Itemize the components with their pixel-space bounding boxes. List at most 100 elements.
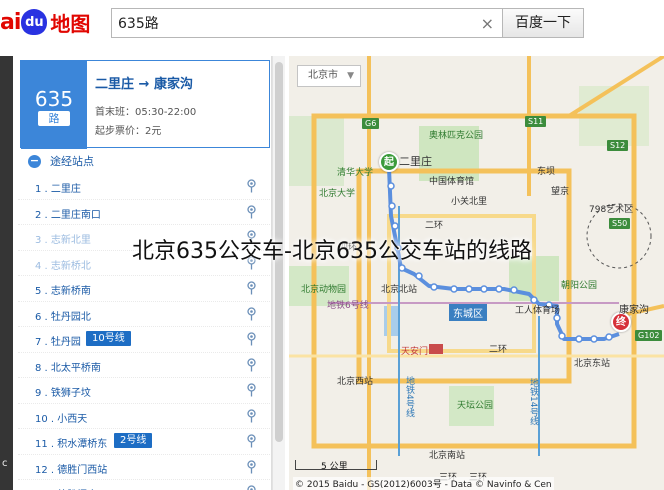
stop-item[interactable]: 12 . 德胜门西站 [18,455,270,480]
location-pin-icon[interactable] [247,281,256,295]
stop-name[interactable]: 4 . 志新桥北 [35,257,91,272]
route-lu-badge: 路 [38,111,70,126]
map-label-dongba: 东坝 [537,167,556,177]
location-pin-icon[interactable] [247,408,256,423]
stop-item[interactable]: 2 . 二里庄南口 [18,200,270,225]
map-label-wangjing: 望京 [551,187,570,197]
location-pin-icon[interactable] [247,230,256,244]
map-label-line6: 地铁6号线 [327,301,369,311]
strip-letter: c [2,458,8,469]
map-label-dongcheng: 东城区 [449,304,487,321]
stop-name[interactable]: 7 . 牡丹园 [35,333,81,348]
map-scale-label: 5 公里 [321,462,348,472]
map-label-beijing-west: 北京西站 [337,377,374,387]
map-label-sports-center: 中国体育馆 [429,177,475,187]
stops-header[interactable]: − 途经站点 [28,152,94,170]
stop-item[interactable]: 1 . 二里庄 [18,174,270,200]
scrollbar-thumb[interactable] [275,62,283,442]
map-label-worker-stadium: 工人体育场 [515,306,561,316]
map-label-fourth-ring: 四环 [339,243,358,253]
map-label-second-ring-2: 二环 [489,345,508,355]
map-label-end: 康家沟 [619,305,649,316]
stop-name[interactable]: 1 . 二里庄 [35,180,81,195]
map-label-chaoyang-park: 朝阳公园 [561,281,598,291]
location-pin-icon[interactable] [247,383,256,397]
road-badge-s50: S50 [609,218,631,229]
map-label-beijing-north: 北京北站 [381,285,418,295]
map-label-tsinghua: 清华大学 [337,168,374,178]
stop-name[interactable]: 8 . 北太平桥南 [35,359,101,374]
route-direction: 二里庄 → 康家沟 [95,77,193,92]
route-number-box: 635 路 [21,61,87,149]
tiananmen-landmark-icon [429,344,443,354]
stop-item[interactable]: 11 . 积水潭桥东 2号线 [18,429,270,455]
map-label-xiaoguanbei: 小关北里 [451,197,488,207]
stop-name[interactable]: 9 . 铁狮子坟 [35,384,91,399]
stop-item[interactable]: 9 . 铁狮子坟 [18,378,270,404]
stop-name[interactable]: 10 . 小西天 [35,410,87,425]
stop-item[interactable]: 7 . 牡丹园 10号线 [18,327,270,353]
stop-item[interactable]: 4 . 志新桥北 [18,251,270,276]
stop-name[interactable]: 3 . 志新北里 [35,231,91,246]
city-select[interactable]: 北京市 ▼ [297,65,361,87]
stops-title: 途经站点 [50,155,94,168]
search-button[interactable]: 百度一下 [502,8,584,38]
location-pin-icon[interactable] [247,332,256,346]
location-pin-icon[interactable] [247,204,256,219]
lake-area [384,306,400,336]
stop-list: 1 . 二里庄 2 . 二里庄南口 3 . 志新北里 4 . 志新桥北 5 . 志新桥南… [18,174,270,490]
road-badge-s12: S12 [607,140,629,151]
map-label-tiananmen: 天安门 [401,347,429,357]
location-pin-icon[interactable] [247,179,256,193]
route-number: 635 [34,87,74,111]
subway-line-badge: 10号线 [86,331,131,346]
map-label-line14: 地铁14号线 [528,378,538,426]
map-canvas [289,56,664,490]
route-card[interactable]: 635 路 二里庄 → 康家沟 首末班：05:30-22:00 起步票价：2元 [20,60,270,149]
stop-name[interactable]: 6 . 牡丹园北 [35,308,91,323]
location-pin-icon[interactable] [247,485,256,490]
start-marker[interactable]: 起 [379,152,399,172]
map-label-beijing-south: 北京南站 [429,451,466,461]
stop-item[interactable]: 3 . 志新北里 [18,225,270,251]
map-label-second-ring: 二环 [425,221,444,231]
minus-icon[interactable]: − [28,154,41,168]
stop-name[interactable]: 11 . 积水潭桥东 [35,435,107,450]
panel-scrollbar[interactable] [272,56,285,490]
bus-route-line [387,167,620,341]
logo-map-text: 地图 [50,11,91,36]
map-label-olympic: 奥林匹克公园 [429,131,484,141]
route-stop-dots [387,182,613,343]
location-pin-icon[interactable] [247,459,256,474]
search-box: × [111,8,503,38]
stop-name[interactable]: 13 . 德胜门内 [35,486,97,490]
location-pin-icon[interactable] [247,306,256,321]
left-side-strip [0,56,13,490]
chevron-down-icon: ▼ [347,71,354,81]
map-label-tiantan: 天坛公园 [457,401,494,411]
stop-name[interactable]: 2 . 二里庄南口 [35,206,101,221]
map-view[interactable]: 北京市 ▼ 起 终 二里庄 康家沟 清华大学 北京大学 奥林匹克公园 中国体育馆… [289,56,664,490]
logo-text: ai [0,9,21,35]
location-pin-icon[interactable] [247,434,256,448]
stop-name[interactable]: 5 . 志新桥南 [35,282,91,297]
stop-item[interactable]: 5 . 志新桥南 [18,276,270,302]
map-label-beijing-east: 北京东站 [574,359,611,369]
stop-item[interactable]: 10 . 小西天 [18,404,270,429]
location-pin-icon[interactable] [247,255,256,270]
stop-item[interactable]: 6 . 牡丹园北 [18,302,270,327]
clear-icon[interactable]: × [481,14,494,33]
route-panel: 635 路 二里庄 → 康家沟 首末班：05:30-22:00 起步票价：2元 … [18,56,272,490]
road-badge-g6: G6 [362,118,380,129]
stop-name[interactable]: 12 . 德胜门西站 [35,461,107,476]
stop-item[interactable]: 13 . 德胜门内 [18,480,270,490]
top-header: ai du 地图 × 百度一下 [0,0,664,46]
road-badge-s11: S11 [525,116,547,127]
subway-line-badge: 2号线 [114,433,153,448]
search-input[interactable] [112,9,472,37]
baidu-map-logo[interactable]: ai du 地图 [0,4,90,40]
stop-item[interactable]: 8 . 北太平桥南 [18,353,270,378]
location-pin-icon[interactable] [247,357,256,372]
road-badge-g102: G102 [635,330,663,341]
map-label-zoo: 北京动物园 [301,285,347,295]
